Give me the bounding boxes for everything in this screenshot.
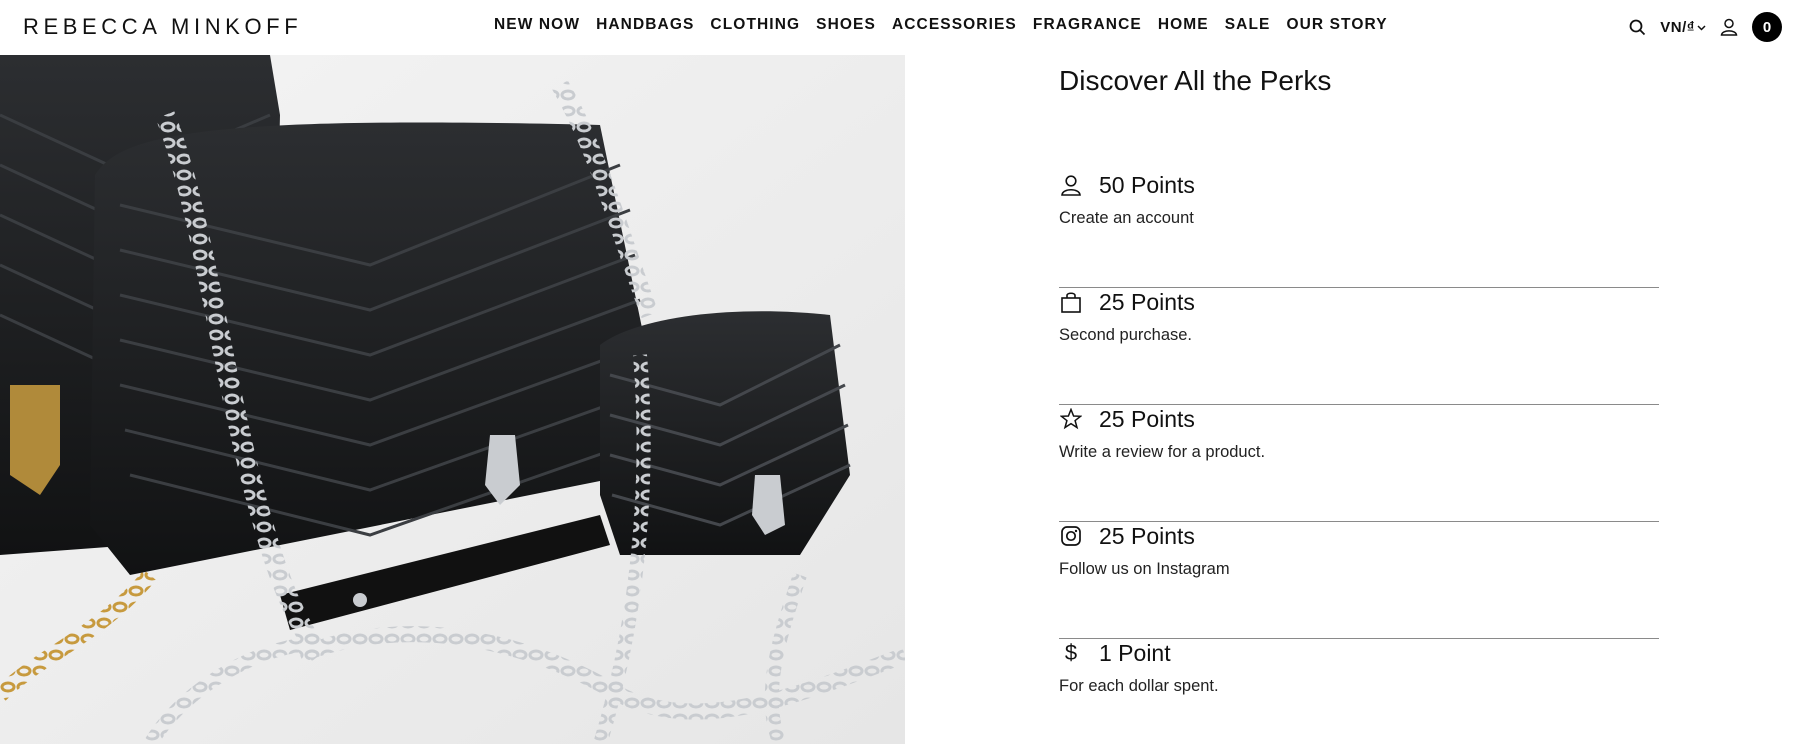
perk-item: 25 Points Follow us on Instagram [1059, 522, 1659, 639]
user-icon [1059, 173, 1083, 197]
site-header: REBECCA MINKOFF NEW NOW HANDBAGS CLOTHIN… [0, 0, 1800, 55]
perk-item: 25 Points Write a review for a product. [1059, 405, 1659, 522]
nav-item-clothing[interactable]: CLOTHING [710, 16, 800, 34]
perk-description: Follow us on Instagram [1059, 560, 1230, 578]
nav-item-shoes[interactable]: SHOES [816, 16, 876, 34]
perk-header: 25 Points [1059, 405, 1195, 433]
nav-item-fragrance[interactable]: FRAGRANCE [1033, 16, 1142, 34]
perk-description: For each dollar spent. [1059, 677, 1219, 695]
perk-description: Second purchase. [1059, 326, 1193, 344]
nav-item-our-story[interactable]: OUR STORY [1286, 16, 1387, 34]
shopping-bag-icon [1059, 290, 1083, 314]
perk-description: Write a review for a product. [1059, 443, 1266, 461]
perk-header: $ 1 Point [1059, 639, 1171, 667]
header-tools: VN/₫ 0 [1626, 12, 1782, 42]
perk-header: 25 Points [1059, 288, 1195, 316]
hero-image [0, 55, 905, 744]
perks-title: Discover All the Perks [1059, 65, 1332, 96]
perk-points: 25 Points [1099, 522, 1195, 549]
perk-points: 50 Points [1099, 171, 1195, 198]
nav-item-new-now[interactable]: NEW NOW [494, 16, 580, 34]
perk-item: $ 1 Point For each dollar spent. [1059, 639, 1659, 744]
perk-item: 50 Points Create an account [1059, 171, 1659, 288]
perk-header: 25 Points [1059, 522, 1195, 550]
dollar-icon: $ [1064, 640, 1078, 665]
user-icon[interactable] [1718, 16, 1740, 38]
chevron-down-icon [1697, 19, 1706, 36]
nav-item-home[interactable]: HOME [1158, 16, 1209, 34]
nav-item-handbags[interactable]: HANDBAGS [596, 16, 694, 34]
perk-item: 25 Points Second purchase. [1059, 288, 1659, 405]
nav-item-sale[interactable]: SALE [1225, 16, 1271, 34]
brand-logo[interactable]: REBECCA MINKOFF [23, 14, 302, 40]
perk-points: 25 Points [1099, 288, 1195, 315]
instagram-icon [1059, 524, 1083, 548]
locale-label: VN/₫ [1660, 18, 1695, 36]
perk-description: Create an account [1059, 209, 1194, 227]
search-icon[interactable] [1626, 16, 1648, 38]
perk-points: 1 Point [1099, 639, 1171, 666]
perk-header: 50 Points [1059, 171, 1195, 199]
cart-button[interactable]: 0 [1752, 12, 1782, 42]
nav-item-accessories[interactable]: ACCESSORIES [892, 16, 1017, 34]
locale-selector[interactable]: VN/₫ [1660, 19, 1706, 36]
star-icon [1059, 407, 1083, 431]
perk-points: 25 Points [1099, 405, 1195, 432]
main-nav: NEW NOW HANDBAGS CLOTHING SHOES ACCESSOR… [494, 16, 1404, 34]
